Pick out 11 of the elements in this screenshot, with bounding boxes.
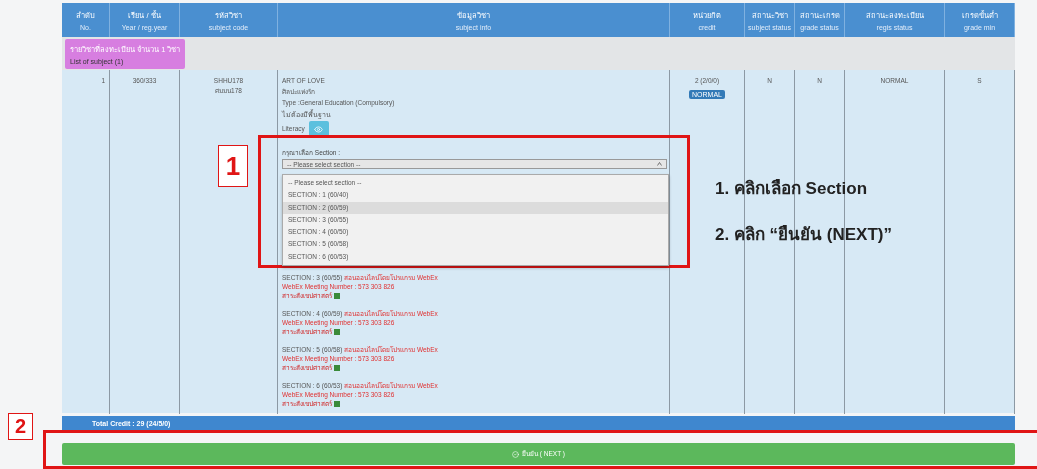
eye-icon — [314, 124, 324, 134]
check-icon — [512, 450, 519, 458]
instruction-text: 1. คลิกเลือก Section — [715, 178, 869, 200]
sheet-icon — [334, 364, 340, 371]
step-marker: 1 — [218, 145, 248, 187]
sheet-icon — [334, 400, 340, 407]
instruction-text: 2. คลิก “ยืนยัน (NEXT)” — [715, 224, 892, 246]
caret-icon — [657, 162, 662, 166]
sheet-icon — [334, 292, 340, 299]
sheet-icon — [334, 328, 340, 335]
step-marker: 2 — [8, 413, 33, 440]
